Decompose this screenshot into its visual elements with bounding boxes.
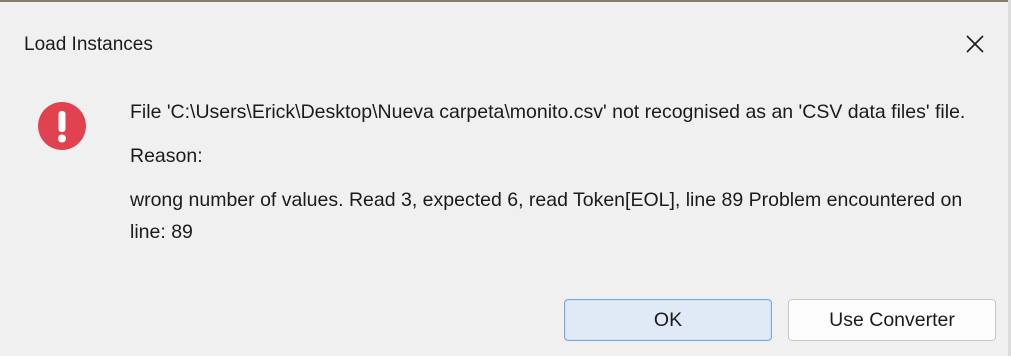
window-top-border (0, 0, 1008, 2)
close-icon (966, 35, 984, 53)
load-instances-dialog: Load Instances File 'C:\Users\Erick\Desk… (0, 0, 1011, 356)
error-icon (38, 102, 86, 150)
dialog-title: Load Instances (24, 34, 153, 55)
reason-label: Reason: (130, 145, 203, 167)
error-message-text: File 'C:\Users\Erick\Desktop\Nueva carpe… (130, 101, 966, 123)
dialog-message: File 'C:\Users\Erick\Desktop\Nueva carpe… (130, 96, 1000, 248)
reason-text: wrong number of values. Read 3, expected… (130, 189, 963, 243)
use-converter-button[interactable]: Use Converter (788, 299, 996, 341)
ok-button[interactable]: OK (564, 299, 772, 341)
close-button[interactable] (950, 22, 1000, 66)
